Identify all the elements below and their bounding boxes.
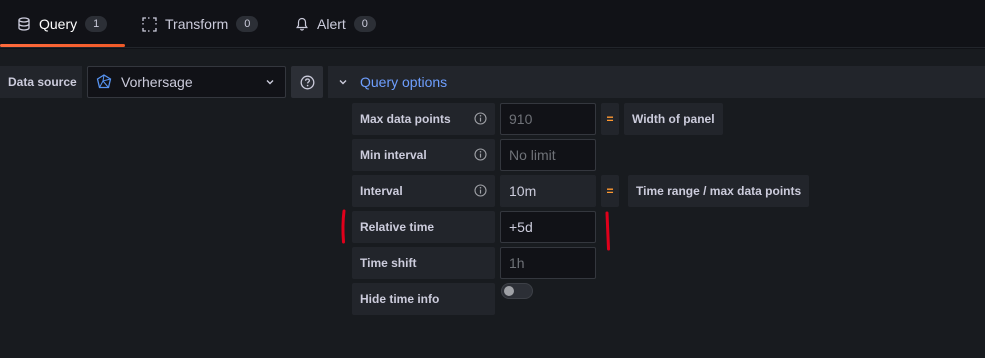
hide-time-info-toggle[interactable] (501, 283, 533, 299)
tab-query-label: Query (39, 16, 78, 32)
tab-query[interactable]: Query 1 (17, 0, 108, 48)
option-label-interval: Interval (352, 175, 495, 207)
tab-alert-label: Alert (317, 16, 346, 32)
option-label-time-shift: Time shift (352, 247, 495, 279)
bell-icon (295, 17, 309, 31)
min-interval-input[interactable] (500, 139, 596, 171)
datasource-picker[interactable]: Vorhersage (87, 66, 286, 98)
datasource-icon (96, 74, 112, 90)
interval-computed: Time range / max data points (628, 175, 810, 207)
info-icon[interactable] (474, 112, 487, 128)
tab-bar: Query 1 Transform 0 Alert 0 (0, 0, 985, 48)
active-tab-indicator (0, 44, 125, 47)
datasource-label: Data source (0, 66, 82, 98)
max-data-points-computed: Width of panel (624, 103, 723, 135)
tab-transform-label: Transform (165, 16, 229, 32)
tab-transform-count: 0 (236, 16, 259, 32)
info-icon[interactable] (474, 184, 487, 200)
query-options-toggle[interactable]: Query options (328, 66, 985, 98)
time-shift-input[interactable] (500, 247, 596, 279)
max-data-points-input[interactable] (500, 103, 596, 135)
query-options-title: Query options (360, 74, 448, 90)
chevron-down-icon (338, 77, 348, 87)
annotation-mark-right (605, 211, 610, 251)
toggle-knob (504, 286, 514, 296)
option-label-relative-time: Relative time (352, 211, 495, 243)
option-label-max-data-points: Max data points (352, 103, 495, 135)
min-interval-label: Min interval (360, 148, 427, 162)
interval-label: Interval (360, 184, 403, 198)
tab-alert[interactable]: Alert 0 (295, 0, 376, 48)
tab-transform[interactable]: Transform 0 (142, 0, 259, 48)
datasource-name: Vorhersage (121, 74, 193, 90)
chevron-down-icon (265, 77, 275, 87)
database-icon (17, 17, 31, 31)
info-icon[interactable] (474, 148, 487, 164)
query-editor-panel: Data source Vorhersage Query options Max… (0, 49, 985, 358)
annotation-mark-left (341, 209, 346, 244)
tab-alert-count: 0 (353, 16, 376, 32)
relative-time-label: Relative time (360, 220, 435, 234)
equals-sign: = (601, 175, 619, 207)
interval-value: 10m (500, 175, 596, 207)
datasource-help-button[interactable] (291, 66, 323, 98)
max-data-points-label: Max data points (360, 112, 451, 126)
transform-icon (142, 16, 157, 32)
option-label-hide-time-info: Hide time info (352, 283, 495, 315)
time-shift-label: Time shift (360, 256, 417, 270)
equals-sign: = (601, 103, 619, 135)
hide-time-info-label: Hide time info (360, 292, 440, 306)
tab-query-count: 1 (85, 16, 108, 32)
option-label-min-interval: Min interval (352, 139, 495, 171)
question-circle-icon (300, 75, 315, 90)
relative-time-input[interactable] (500, 211, 596, 243)
